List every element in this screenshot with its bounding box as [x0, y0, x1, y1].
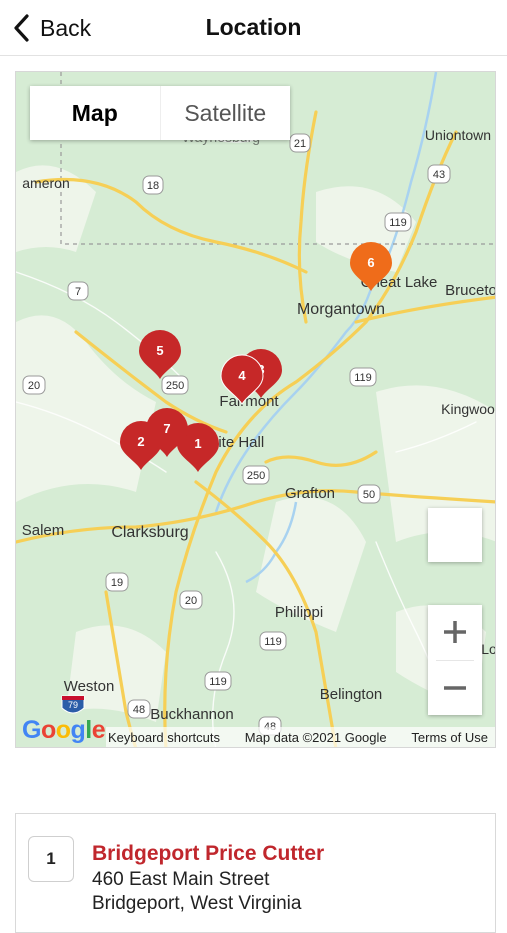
keyboard-shortcuts-link[interactable]: Keyboard shortcuts	[108, 730, 220, 745]
map-type-satellite-button[interactable]: Satellite	[161, 86, 291, 140]
map-type-toggle: Map Satellite	[30, 86, 290, 140]
minus-icon	[444, 686, 466, 690]
place-label: Weston	[64, 678, 115, 695]
svg-text:43: 43	[433, 169, 445, 181]
fullscreen-button[interactable]	[428, 508, 482, 562]
svg-text:250: 250	[247, 470, 265, 482]
svg-text:21: 21	[294, 138, 306, 150]
store-name-link[interactable]: Bridgeport Price Cutter	[92, 842, 324, 866]
map-attribution: Google Keyboard shortcuts Map data ©2021…	[16, 716, 495, 747]
nav-header: Back Location	[0, 0, 507, 56]
marker-label: 4	[238, 368, 246, 383]
svg-text:119: 119	[389, 217, 407, 229]
place-label: Philippi	[275, 604, 323, 621]
google-logo[interactable]: Google	[22, 716, 106, 745]
svg-text:79: 79	[68, 700, 78, 710]
place-label: Clarksburg	[111, 524, 188, 541]
place-label: Salem	[22, 522, 65, 539]
plus-icon	[444, 621, 466, 643]
svg-text:119: 119	[354, 372, 372, 384]
place-label: Buckhannon	[150, 706, 233, 723]
svg-text:250: 250	[166, 380, 184, 392]
place-label: ameron	[22, 175, 69, 191]
zoom-control	[428, 605, 482, 715]
place-label: Bruceto	[445, 282, 496, 299]
map-type-map-button[interactable]: Map	[30, 86, 161, 140]
svg-text:50: 50	[363, 489, 375, 501]
marker-label: 7	[163, 421, 170, 436]
page-title: Location	[205, 14, 302, 40]
svg-text:20: 20	[185, 595, 197, 607]
marker-label: 2	[137, 434, 144, 449]
place-label: Grafton	[285, 485, 335, 502]
place-label: Belington	[320, 686, 383, 703]
place-label: Lo	[481, 641, 496, 657]
place-label: Morgantown	[297, 301, 385, 318]
store-address: 460 East Main Street	[92, 869, 270, 890]
store-city: Bridgeport, West Virginia	[92, 893, 302, 914]
location-card[interactable]: 1 Bridgeport Price Cutter 460 East Main …	[15, 813, 496, 933]
svg-text:20: 20	[28, 380, 40, 392]
marker-label: 5	[156, 343, 163, 358]
map-view[interactable]: Waynesburg Uniontown ameron Cheat Lake B…	[15, 71, 496, 748]
terms-of-use-link[interactable]: Terms of Use	[411, 730, 488, 745]
svg-text:119: 119	[264, 636, 282, 648]
svg-text:48: 48	[133, 704, 145, 716]
place-label: Kingwoo	[441, 401, 495, 417]
place-label: Uniontown	[425, 127, 491, 143]
svg-text:18: 18	[147, 180, 159, 192]
svg-text:119: 119	[209, 676, 227, 688]
map-canvas[interactable]: Waynesburg Uniontown ameron Cheat Lake B…	[16, 72, 496, 748]
zoom-out-button[interactable]	[428, 661, 482, 715]
map-data-link[interactable]: Map data ©2021 Google	[245, 730, 387, 745]
svg-text:7: 7	[75, 286, 81, 298]
svg-text:19: 19	[111, 577, 123, 589]
zoom-in-button[interactable]	[428, 605, 482, 659]
marker-label: 6	[367, 255, 374, 270]
marker-label: 1	[194, 436, 201, 451]
location-number-badge: 1	[28, 836, 74, 882]
